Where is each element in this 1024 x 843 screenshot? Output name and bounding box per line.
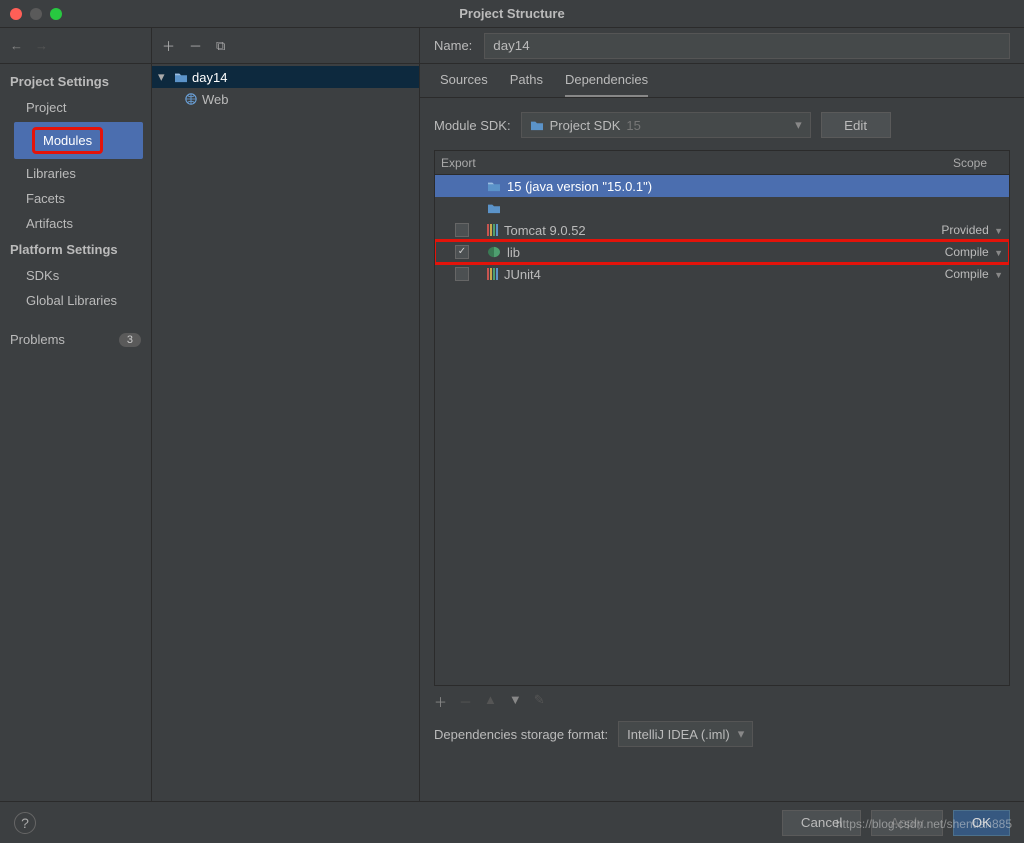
add-icon[interactable]: ＋ bbox=[162, 36, 175, 55]
zoom-window-button[interactable] bbox=[50, 8, 62, 20]
chevron-down-icon: ▾ bbox=[795, 117, 802, 133]
tree-label: day14 bbox=[192, 70, 227, 85]
module-name-input[interactable] bbox=[484, 33, 1010, 59]
ok-button[interactable]: OK bbox=[953, 810, 1010, 836]
tab-sources[interactable]: Sources bbox=[440, 72, 488, 97]
tree-label: Web bbox=[202, 92, 229, 107]
nav-toolbar: ← → bbox=[0, 28, 152, 63]
export-checkbox[interactable] bbox=[455, 223, 469, 237]
toolbar: ← → ＋ － ⧉ Name: bbox=[0, 28, 1024, 64]
sidebar-item-libraries[interactable]: Libraries bbox=[0, 161, 151, 186]
minimize-window-button[interactable] bbox=[30, 8, 42, 20]
add-dep-icon[interactable]: ＋ bbox=[434, 692, 447, 711]
sidebar-item-global-libraries[interactable]: Global Libraries bbox=[0, 288, 151, 313]
sidebar: Project Settings Project Modules Librari… bbox=[0, 64, 152, 801]
problems-badge: 3 bbox=[119, 333, 141, 347]
dep-label: lib bbox=[507, 245, 520, 260]
sidebar-item-project[interactable]: Project bbox=[0, 95, 151, 120]
window-controls bbox=[0, 8, 62, 20]
dep-label: JUnit4 bbox=[504, 267, 541, 282]
scope-select[interactable]: Compile ▼ bbox=[931, 267, 1009, 281]
dep-label: Tomcat 9.0.52 bbox=[504, 223, 586, 238]
storage-label: Dependencies storage format: bbox=[434, 727, 608, 742]
dependencies-table: Export Scope 15 (java version "15.0.1") T… bbox=[434, 150, 1010, 686]
web-globe-icon bbox=[184, 93, 198, 105]
tabs: Sources Paths Dependencies bbox=[420, 64, 1024, 98]
col-export: Export bbox=[435, 156, 483, 170]
sidebar-item-facets[interactable]: Facets bbox=[0, 186, 151, 211]
chevron-down-icon[interactable]: ▾ bbox=[158, 69, 170, 85]
dep-label: 15 (java version "15.0.1") bbox=[507, 179, 652, 194]
edit-sdk-button[interactable]: Edit bbox=[821, 112, 891, 138]
remove-icon[interactable]: － bbox=[189, 36, 202, 55]
help-icon[interactable]: ? bbox=[14, 812, 36, 834]
apply-button[interactable]: Apply bbox=[871, 810, 942, 836]
module-folder-icon bbox=[174, 71, 188, 83]
dep-row[interactable]: JUnit4 Compile ▼ bbox=[435, 263, 1009, 285]
copy-icon[interactable]: ⧉ bbox=[216, 38, 225, 54]
scope-select[interactable]: Provided ▼ bbox=[931, 223, 1009, 237]
project-settings-heading: Project Settings bbox=[0, 68, 151, 95]
dep-table-toolbar: ＋ － ▲ ▼ ✎ bbox=[420, 686, 1024, 717]
name-label: Name: bbox=[434, 38, 472, 53]
chevron-down-icon: ▾ bbox=[738, 726, 745, 742]
col-scope: Scope bbox=[931, 156, 1009, 170]
problems-label: Problems bbox=[10, 332, 65, 347]
dep-row[interactable]: lib Compile ▼ bbox=[435, 241, 1009, 263]
sidebar-item-artifacts[interactable]: Artifacts bbox=[0, 211, 151, 236]
name-row: Name: bbox=[420, 28, 1024, 63]
window-title: Project Structure bbox=[0, 6, 1024, 21]
module-sdk-row: Module SDK: Project SDK 15 ▾ Edit bbox=[420, 98, 1024, 146]
move-up-icon[interactable]: ▲ bbox=[484, 692, 497, 711]
titlebar: Project Structure bbox=[0, 0, 1024, 28]
sdk-value-suffix: 15 bbox=[626, 118, 640, 133]
scope-select[interactable]: Compile ▼ bbox=[931, 245, 1009, 259]
dialog-footer: ? Cancel Apply OK bbox=[0, 801, 1024, 843]
back-arrow-icon[interactable]: ← bbox=[10, 38, 23, 53]
dep-header: Export Scope bbox=[435, 151, 1009, 175]
module-sdk-label: Module SDK: bbox=[434, 118, 511, 133]
module-toolbar: ＋ － ⧉ bbox=[152, 28, 420, 63]
right-panel: Sources Paths Dependencies Module SDK: P… bbox=[420, 64, 1024, 801]
cancel-button[interactable]: Cancel bbox=[782, 810, 862, 836]
sidebar-item-modules[interactable]: Modules bbox=[14, 122, 143, 159]
folder-icon bbox=[530, 119, 544, 131]
storage-format-select[interactable]: IntelliJ IDEA (.iml) ▾ bbox=[618, 721, 753, 747]
export-checkbox[interactable] bbox=[455, 245, 469, 259]
storage-row: Dependencies storage format: IntelliJ ID… bbox=[420, 717, 1024, 751]
module-sdk-select[interactable]: Project SDK 15 ▾ bbox=[521, 112, 811, 138]
close-window-button[interactable] bbox=[10, 8, 22, 20]
forward-arrow-icon[interactable]: → bbox=[35, 38, 48, 53]
tab-dependencies[interactable]: Dependencies bbox=[565, 72, 648, 97]
move-down-icon[interactable]: ▼ bbox=[509, 692, 522, 711]
sidebar-item-sdks[interactable]: SDKs bbox=[0, 263, 151, 288]
tree-facet-web[interactable]: Web bbox=[152, 88, 419, 110]
remove-dep-icon[interactable]: － bbox=[459, 692, 472, 711]
tab-paths[interactable]: Paths bbox=[510, 72, 543, 97]
dep-row[interactable]: 15 (java version "15.0.1") bbox=[435, 175, 1009, 197]
storage-value: IntelliJ IDEA (.iml) bbox=[627, 727, 730, 742]
dep-row[interactable] bbox=[435, 197, 1009, 219]
modules-tree-panel: ▾ day14 Web bbox=[152, 64, 420, 801]
edit-dep-icon[interactable]: ✎ bbox=[534, 692, 545, 711]
modules-label: Modules bbox=[32, 127, 103, 154]
dep-row[interactable]: Tomcat 9.0.52 Provided ▼ bbox=[435, 219, 1009, 241]
tree-module-day14[interactable]: ▾ day14 bbox=[152, 66, 419, 88]
sdk-value-prefix: Project SDK bbox=[550, 118, 621, 133]
platform-settings-heading: Platform Settings bbox=[0, 236, 151, 263]
sidebar-item-problems[interactable]: Problems 3 bbox=[0, 327, 151, 352]
export-checkbox[interactable] bbox=[455, 267, 469, 281]
